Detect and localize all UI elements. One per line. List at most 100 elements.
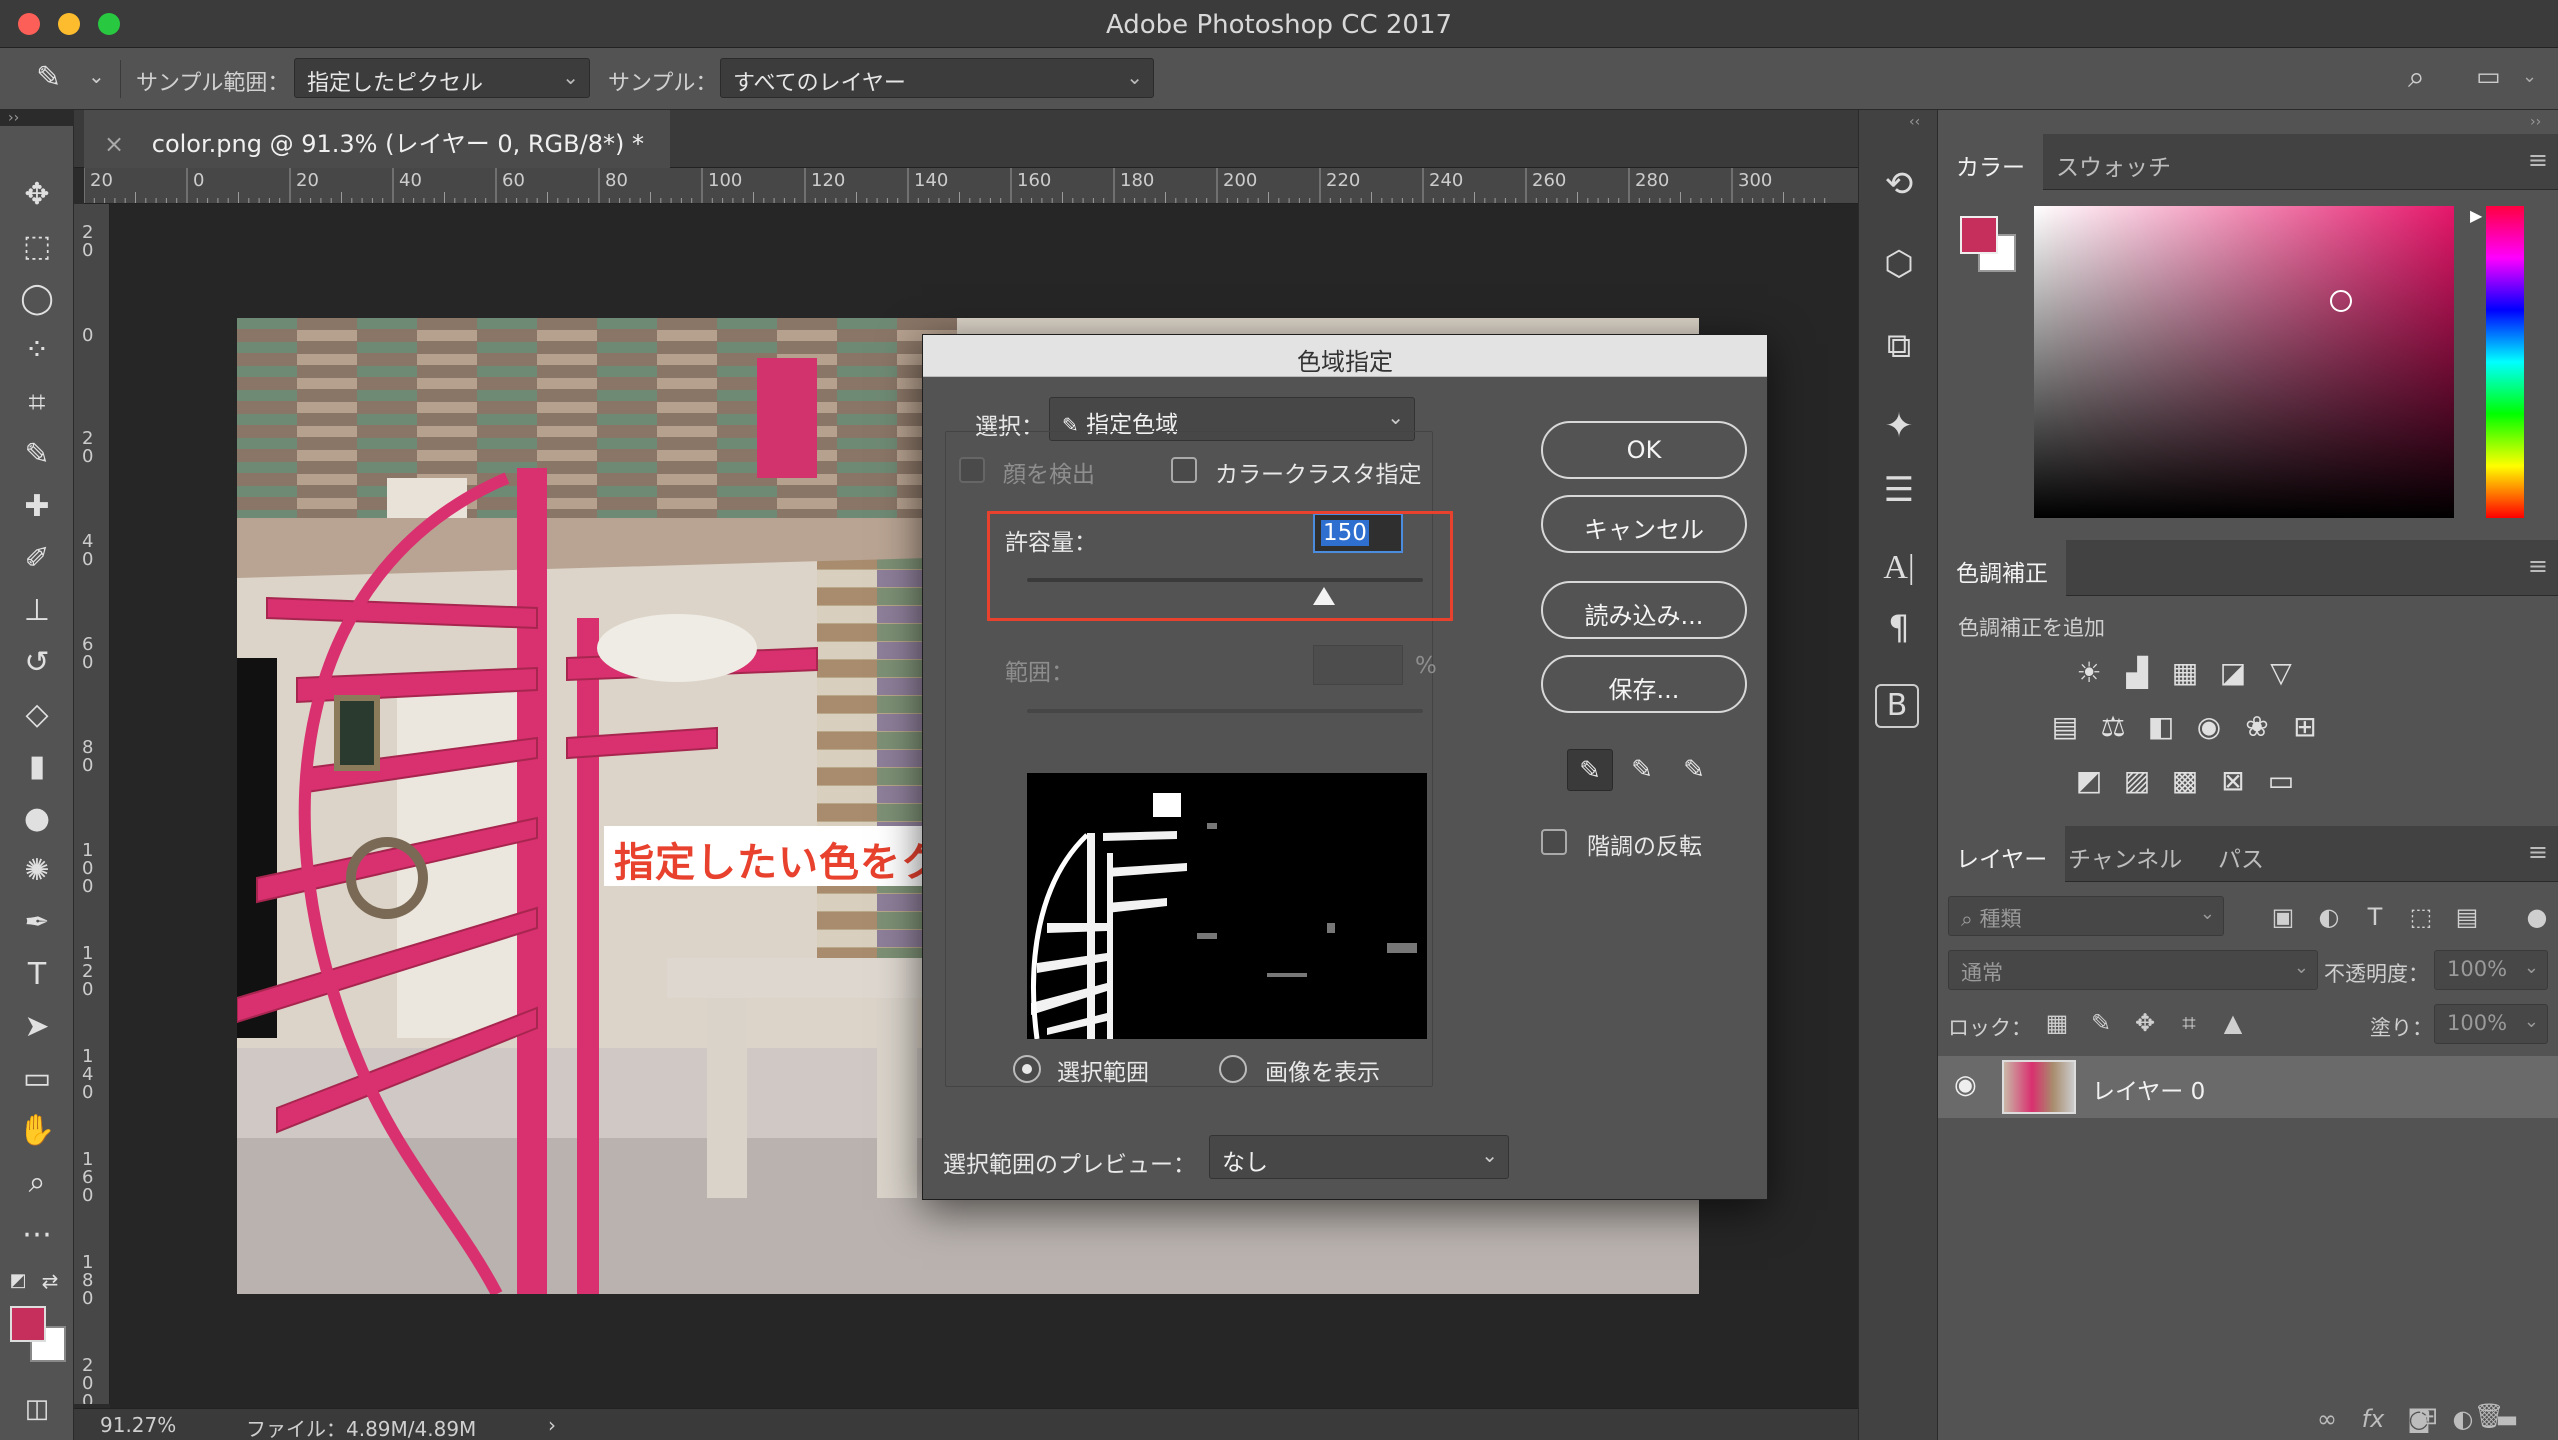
fill-input[interactable]: 100% ⌄ [2434,1004,2548,1044]
selection-radio[interactable] [1013,1055,1041,1083]
stamp-icon[interactable]: ⊥ [14,588,60,634]
tab-channels[interactable]: チャンネル [2050,826,2200,882]
link-layers-icon[interactable]: ∞ [2310,1402,2344,1436]
fx-icon[interactable]: fx [2356,1402,2390,1436]
type-filter-icon[interactable]: T [2360,902,2390,932]
invert-icon[interactable]: ◩ [2070,762,2108,800]
quick-select-icon[interactable]: ⁘ [14,328,60,374]
type-icon[interactable]: T [14,952,60,998]
tab-paths[interactable]: パス [2200,826,2282,882]
default-colors-icon[interactable]: ◩ [4,1258,32,1304]
hand-icon[interactable]: ✋ [14,1108,60,1154]
hue-saturation-icon[interactable]: ▤ [2046,708,2084,746]
eyedropper-icon[interactable]: ✎ [14,432,60,478]
selective-color-icon[interactable]: ⊠ [2214,762,2252,800]
blend-mode-dropdown[interactable]: 通常 ⌄ [1948,950,2318,990]
marquee-icon[interactable]: ⬚ [14,224,60,270]
color-field[interactable] [2034,206,2454,518]
status-menu-arrow[interactable]: › [548,1413,556,1437]
foreground-color-swatch[interactable] [10,1306,46,1342]
adjustment-filter-icon[interactable]: ◐ [2314,902,2344,932]
eyedropper-minus-icon[interactable]: ✎ [1671,749,1717,791]
color-lookup-icon[interactable]: ⊞ [2286,708,2324,746]
save-button[interactable]: 保存... [1541,655,1747,713]
search-icon[interactable]: ⌕ [2408,60,2425,95]
eyedropper-icon[interactable]: ✎ [1567,749,1613,791]
hue-slider[interactable] [2486,206,2524,518]
color-picker-cursor[interactable] [2330,290,2352,312]
clone-source-icon[interactable]: ⧉ [1875,322,1923,370]
filter-toggle-icon[interactable]: ● [2522,902,2552,932]
3d-icon[interactable]: ⬡ [1875,240,1923,288]
color-balance-icon[interactable]: ⚖ [2094,708,2132,746]
workspace-icon[interactable]: ▭ [2476,62,2501,92]
layer-filter-dropdown[interactable]: ⌕ 種類 ⌄ [1948,896,2224,936]
layer-name[interactable]: レイヤー 0 [2092,1072,2205,1106]
quick-mask-icon[interactable]: ◫ [14,1386,60,1432]
load-button[interactable]: 読み込み... [1541,581,1747,639]
layer-row[interactable]: ◉ レイヤー 0 [1938,1056,2558,1118]
smart-object-filter-icon[interactable]: ▤ [2452,902,2482,932]
tab-layers[interactable]: レイヤー [1938,826,2066,882]
behance-icon[interactable]: B [1875,684,1919,728]
history-icon[interactable]: ⟲ [1875,160,1923,208]
sample-dropdown[interactable]: すべてのレイヤー ⌄ [720,58,1154,98]
range-slider-track[interactable] [1027,709,1423,713]
swap-colors-icon[interactable]: ⇄ [36,1258,64,1304]
range-input[interactable] [1313,645,1403,685]
exposure-icon[interactable]: ◪ [2214,654,2252,692]
channel-mixer-icon[interactable]: ❀ [2238,708,2276,746]
lock-all-icon[interactable]: ▲ [2218,1008,2248,1038]
gradient-map-icon[interactable]: ▭ [2262,762,2300,800]
sample-size-dropdown[interactable]: 指定したピクセル ⌄ [294,58,590,98]
path-select-icon[interactable]: ➤ [14,1004,60,1050]
lock-position-icon[interactable]: ✥ [2130,1008,2160,1038]
paragraph-icon[interactable]: ¶ [1875,604,1923,652]
detect-faces-checkbox[interactable] [959,457,985,483]
close-icon[interactable]: × [104,130,124,158]
tab-adjustments[interactable]: 色調補正 [1938,540,2066,596]
document-tab[interactable]: × color.png @ 91.3% (レイヤー 0, RGB/8*) * [84,110,670,168]
blur-icon[interactable]: ✺ [14,848,60,894]
lock-image-icon[interactable]: ✎ [2086,1008,2116,1038]
brush-presets-icon[interactable]: ✦ [1875,402,1923,450]
shape-icon[interactable]: ▭ [14,1056,60,1102]
chevron-down-icon[interactable]: ⌄ [88,64,105,88]
selection-preview-image[interactable] [1027,773,1427,1039]
curves-icon[interactable]: ▦ [2166,654,2204,692]
gradient-icon[interactable]: ▮ [14,744,60,790]
invert-checkbox[interactable] [1541,829,1567,855]
panel-menu-icon[interactable]: ≡ [2528,838,2548,866]
black-white-icon[interactable]: ◧ [2142,708,2180,746]
eyedropper-tool-preset-icon[interactable]: ✎ [36,60,61,95]
shape-filter-icon[interactable]: ⬚ [2406,902,2436,932]
eraser-icon[interactable]: ◇ [14,692,60,738]
brush-icon[interactable]: ✐ [14,536,60,582]
ok-button[interactable]: OK [1541,421,1747,479]
zoom-level[interactable]: 91.27% [100,1413,176,1437]
properties-icon[interactable]: ☰ [1875,466,1923,514]
cancel-button[interactable]: キャンセル [1541,495,1747,553]
chevron-down-icon[interactable]: ⌄ [2522,66,2537,87]
character-icon[interactable]: A| [1875,544,1923,592]
toolbar-collapse-icon[interactable]: ›› [0,110,44,126]
hue-slider-marker[interactable]: ▶ [2470,206,2482,225]
panel-menu-icon[interactable]: ≡ [2528,146,2548,174]
panel-foreground-swatch[interactable] [1960,216,1998,254]
lock-artboard-icon[interactable]: ⌗ [2174,1008,2204,1038]
selection-preview-dropdown[interactable]: なし ⌄ [1209,1135,1509,1179]
posterize-icon[interactable]: ▨ [2118,762,2156,800]
color-swatches[interactable] [10,1306,70,1366]
image-radio[interactable] [1219,1055,1247,1083]
opacity-input[interactable]: 100% ⌄ [2434,950,2548,990]
dock-collapse-icon[interactable]: ‹‹ [1909,114,1920,130]
visibility-eye-icon[interactable]: ◉ [1954,1070,1977,1100]
trash-icon[interactable]: 🗑 [2474,1402,2508,1436]
vibrance-icon[interactable]: ▽ [2262,654,2300,692]
panel-menu-icon[interactable]: ≡ [2528,552,2548,580]
zoom-icon[interactable]: ⌕ [14,1160,60,1206]
brightness-contrast-icon[interactable]: ☀ [2070,654,2108,692]
new-layer-icon[interactable]: ⊞ [2418,1402,2452,1436]
lasso-icon[interactable]: ◯ [14,276,60,322]
tab-swatches[interactable]: スウォッチ [2038,134,2189,190]
